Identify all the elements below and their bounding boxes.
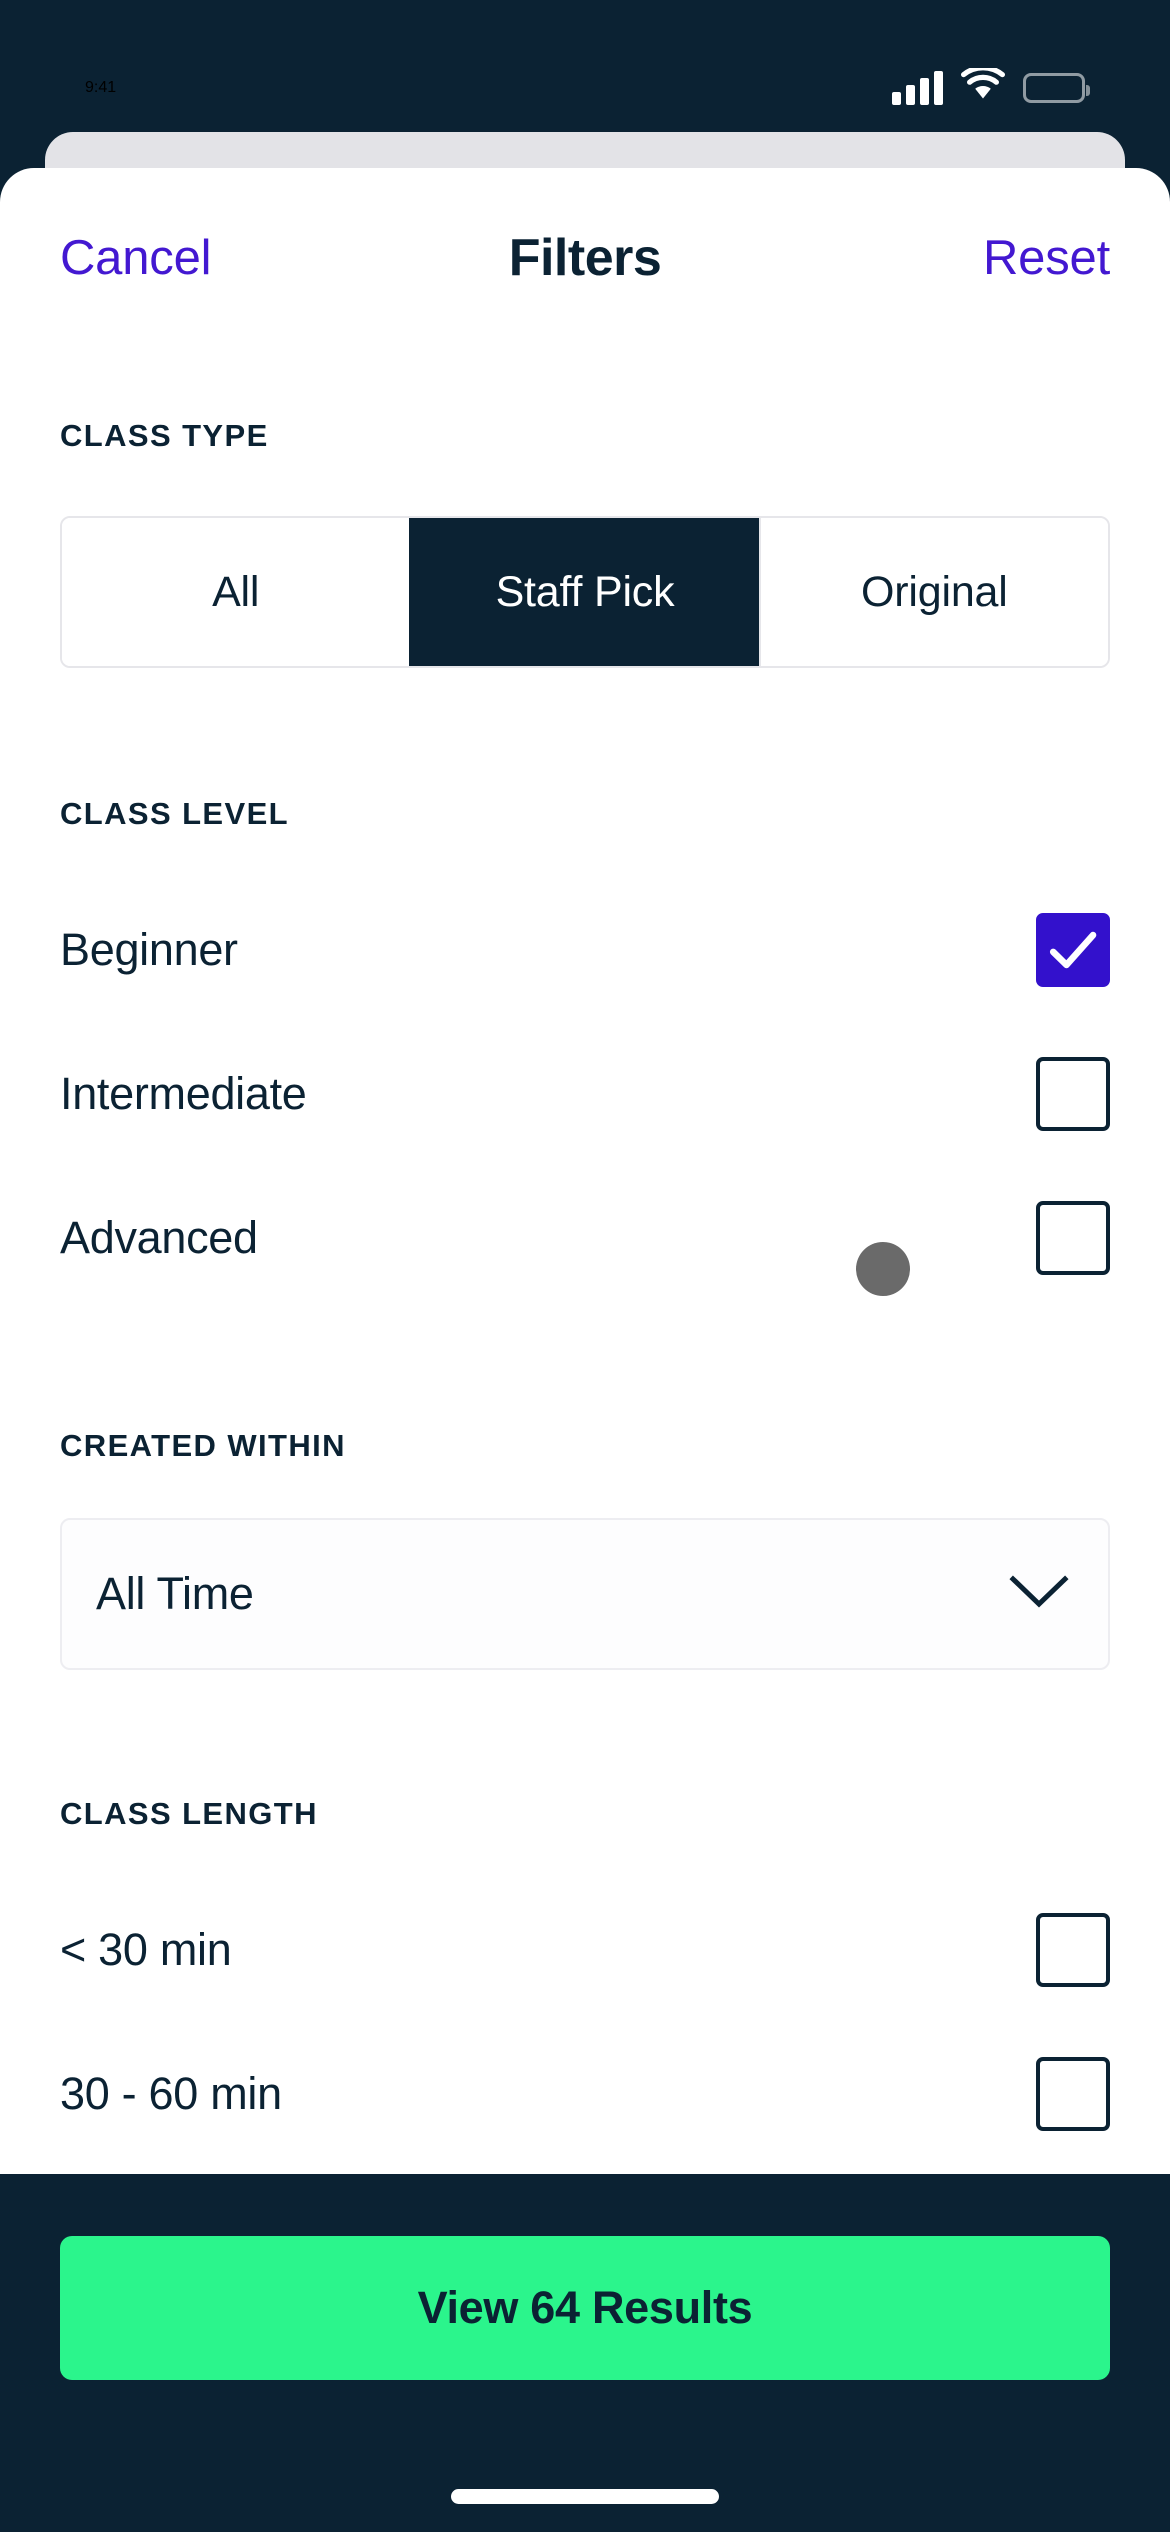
checkbox-row-30-60-min[interactable]: 30 - 60 min [60,2022,1110,2166]
checkbox-label-beginner: Beginner [60,924,238,975]
check-icon [1049,931,1097,969]
class-level-label: CLASS LEVEL [60,796,289,831]
checkbox-row-beginner[interactable]: Beginner [60,878,1110,1022]
checkbox-label-advanced: Advanced [60,1212,258,1263]
checkbox-row-intermediate[interactable]: Intermediate [60,1022,1110,1166]
sheet-body: CLASS TYPE All Staff Pick Original CLASS… [0,418,1170,2166]
status-bar-time: 9:41 [85,78,117,96]
chevron-down-icon [1008,1574,1070,1615]
view-results-button[interactable]: View 64 Results [60,2236,1110,2380]
class-level-section: CLASS LEVEL Beginner Intermediate Advanc… [60,796,1110,1310]
segment-staff-pick[interactable]: Staff Pick [409,518,759,666]
checkbox-row-advanced[interactable]: Advanced [60,1166,1110,1310]
created-within-section: CREATED WITHIN All Time [60,1428,1110,1670]
created-within-dropdown[interactable]: All Time [60,1518,1110,1670]
sheet-footer: View 64 Results [0,2174,1170,2532]
touch-pointer-indicator [856,1242,910,1296]
cancel-button[interactable]: Cancel [60,220,212,296]
reset-button[interactable]: Reset [983,220,1110,296]
checkbox-intermediate[interactable] [1036,1057,1110,1131]
checkbox-30-60-min[interactable] [1036,2057,1110,2131]
segment-original[interactable]: Original [758,518,1108,666]
wifi-icon [961,65,1005,107]
class-type-segmented-control[interactable]: All Staff Pick Original [60,516,1110,668]
sheet-header: Cancel Filters Reset [0,168,1170,348]
filters-modal-sheet: Cancel Filters Reset CLASS TYPE All Staf… [0,168,1170,2174]
checkbox-label-under-30-min: < 30 min [60,1924,232,1975]
segment-all[interactable]: All [62,518,410,666]
class-type-section: CLASS TYPE All Staff Pick Original [60,418,1110,668]
class-type-label: CLASS TYPE [60,418,269,453]
checkbox-label-30-60-min: 30 - 60 min [60,2068,282,2119]
checkbox-label-intermediate: Intermediate [60,1068,307,1119]
created-within-label: CREATED WITHIN [60,1428,346,1463]
status-bar: 9:41 [0,0,1170,145]
class-length-section: CLASS LENGTH < 30 min 30 - 60 min [60,1796,1110,2166]
home-indicator [451,2489,719,2504]
battery-icon [1023,72,1090,103]
class-length-label: CLASS LENGTH [60,1796,318,1831]
status-bar-icons [892,65,1090,107]
class-length-options: < 30 min 30 - 60 min [60,1878,1110,2166]
cellular-signal-icon [892,70,943,105]
class-level-options: Beginner Intermediate Advanced [60,878,1110,1310]
checkbox-row-under-30-min[interactable]: < 30 min [60,1878,1110,2022]
checkbox-beginner[interactable] [1036,913,1110,987]
created-within-value: All Time [96,1568,254,1619]
checkbox-advanced[interactable] [1036,1201,1110,1275]
checkbox-under-30-min[interactable] [1036,1913,1110,1987]
